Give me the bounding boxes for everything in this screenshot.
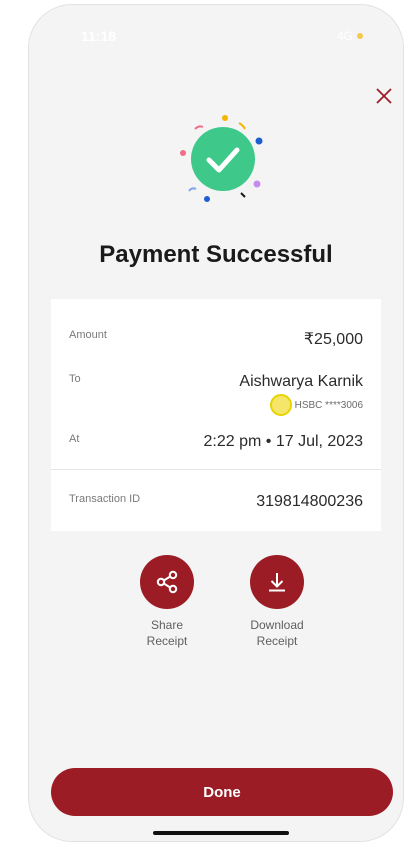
amount-row: Amount ₹25,000 <box>69 329 363 349</box>
recording-dot-icon <box>357 33 363 39</box>
home-indicator <box>153 831 289 835</box>
recipient-label: To <box>69 373 81 385</box>
recipient-account: HSBC ****3006 <box>239 394 363 416</box>
transaction-row: Transaction ID 319814800236 <box>69 493 363 511</box>
done-button[interactable]: Done <box>51 768 393 816</box>
share-receipt-button[interactable]: Share Receipt <box>127 555 207 649</box>
status-bar: 11:18 4G <box>29 5 403 55</box>
amount-label: Amount <box>69 329 107 341</box>
share-label-line1: Share <box>150 618 184 632</box>
checkmark-icon <box>191 127 255 191</box>
transaction-label: Transaction ID <box>69 493 141 505</box>
download-receipt-button[interactable]: Download Receipt <box>237 555 317 649</box>
close-button[interactable] <box>373 85 395 107</box>
time-row: At 2:22 pm • 17 Jul, 2023 <box>69 433 363 451</box>
page-title: Payment Successful <box>99 241 333 268</box>
share-button-label: Share Receipt <box>127 617 207 649</box>
transaction-value: 319814800236 <box>256 493 363 510</box>
recipient-name: Aishwarya Karnik <box>239 373 363 390</box>
card-divider <box>51 469 381 470</box>
recipient-row: To Aishwarya Karnik HSBC ****3006 <box>69 373 363 416</box>
payment-details-card: Amount ₹25,000 To Aishwarya Karnik HSBC … <box>51 299 381 531</box>
share-button-circle[interactable] <box>140 555 194 609</box>
status-time: 11:18 <box>81 28 117 44</box>
network-label: 4G <box>336 29 353 43</box>
download-button-label: Download Receipt <box>237 617 317 649</box>
phone-screen: 11:18 4G Payment Successful Amount ₹25,0… <box>28 4 404 842</box>
confetti-icon <box>180 115 263 202</box>
recipient-info: Aishwarya Karnik HSBC ****3006 <box>239 373 363 416</box>
success-illustration <box>177 113 265 205</box>
download-label-line2: Receipt <box>256 634 298 648</box>
share-icon <box>156 570 178 594</box>
bank-logo-icon <box>269 394 292 416</box>
time-label: At <box>69 433 80 445</box>
recipient-account-number: HSBC ****3006 <box>294 399 363 411</box>
download-icon <box>269 573 285 592</box>
share-label-line2: Receipt <box>146 634 188 648</box>
download-button-circle[interactable] <box>250 555 304 609</box>
close-icon <box>376 88 392 104</box>
download-label-line1: Download <box>250 618 304 632</box>
amount-value: ₹25,000 <box>303 331 363 348</box>
status-indicators: 4G <box>337 29 363 43</box>
time-value: 2:22 pm • 17 Jul, 2023 <box>203 433 363 450</box>
